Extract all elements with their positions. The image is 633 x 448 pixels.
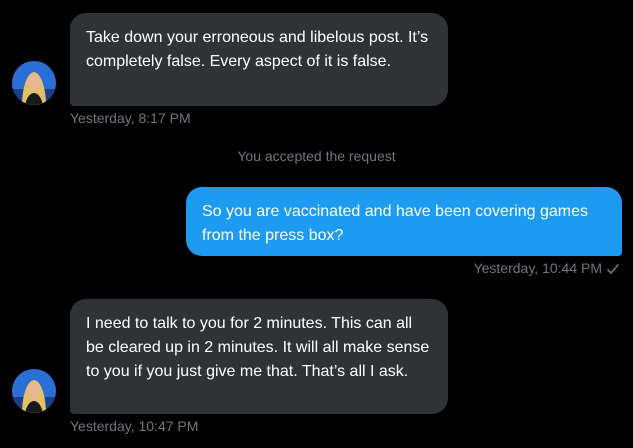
- message-timestamp: Yesterday, 8:17 PM: [70, 109, 191, 127]
- timestamp-text: Yesterday, 10:44 PM: [473, 260, 602, 276]
- avatar[interactable]: [12, 369, 56, 413]
- avatar[interactable]: [12, 61, 56, 105]
- timestamp-text: Yesterday, 10:47 PM: [70, 418, 199, 434]
- timestamp-text: Yesterday, 8:17 PM: [70, 110, 191, 126]
- message-timestamp: Yesterday, 10:44 PM: [474, 259, 620, 277]
- avatar-image: [12, 61, 56, 105]
- message-bubble-incoming[interactable]: Take down your erroneous and libelous po…: [70, 13, 448, 106]
- message-text: Take down your erroneous and libelous po…: [86, 29, 429, 70]
- avatar-image: [12, 369, 56, 413]
- message-timestamp: Yesterday, 10:47 PM: [70, 417, 198, 435]
- message-bubble-outgoing[interactable]: So you are vaccinated and have been cove…: [186, 187, 622, 256]
- message-bubble-incoming[interactable]: I need to talk to you for 2 minutes. Thi…: [70, 299, 448, 414]
- system-notice: You accepted the request: [237, 148, 396, 164]
- checkmark-icon: [606, 264, 620, 275]
- message-text: So you are vaccinated and have been cove…: [202, 203, 589, 244]
- message-text: I need to talk to you for 2 minutes. Thi…: [86, 315, 430, 380]
